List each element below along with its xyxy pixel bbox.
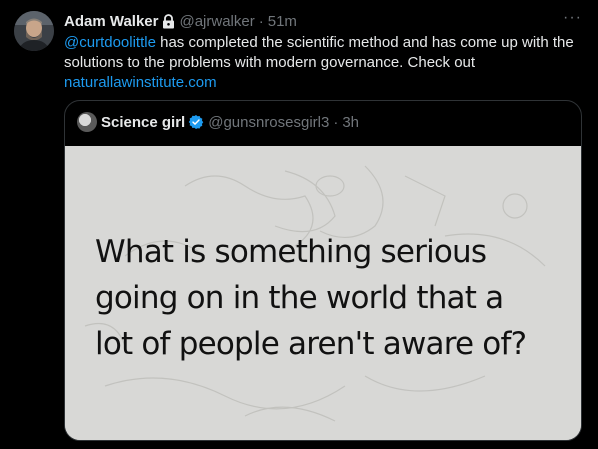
quoted-author-handle[interactable]: @gunsnrosesgirl3	[208, 114, 329, 131]
lock-icon	[162, 13, 175, 29]
external-link[interactable]: naturallawinstitute.com	[64, 74, 217, 91]
quoted-tweet-header: Science girl @gunsnrosesgirl3 · 3h	[77, 112, 359, 132]
tweet-header: Adam Walker @ajrwalker · 51m	[64, 11, 584, 31]
meme-line-1: What is something serious	[95, 234, 487, 270]
meme-line-2: going on in the world that a	[95, 280, 504, 316]
quoted-tweet-timestamp[interactable]: 3h	[342, 114, 359, 131]
quoted-author-avatar[interactable]	[77, 112, 97, 132]
tweet-timestamp[interactable]: 51m	[268, 13, 297, 30]
meme-line-3: lot of people aren't aware of?	[95, 326, 527, 362]
header-separator: ·	[258, 12, 264, 30]
author-name[interactable]: Adam Walker	[64, 13, 158, 30]
quoted-author-name[interactable]: Science girl	[101, 114, 185, 131]
tweet-body: @curtdoolittle has completed the scienti…	[64, 33, 582, 93]
avatar-image	[14, 11, 54, 51]
verified-badge-icon	[188, 114, 204, 130]
quoted-tweet-card[interactable]: Science girl @gunsnrosesgirl3 · 3h What …	[64, 100, 582, 441]
author-handle[interactable]: @ajrwalker	[179, 13, 254, 30]
meme-caption: What is something serious going on in th…	[95, 229, 565, 367]
quoted-tweet-image[interactable]: What is something serious going on in th…	[65, 146, 581, 440]
mention-link[interactable]: @curtdoolittle	[64, 34, 156, 51]
quoted-header-separator: ·	[333, 113, 339, 131]
author-avatar[interactable]	[14, 11, 54, 51]
more-horizontal-icon[interactable]: ···	[563, 10, 582, 26]
